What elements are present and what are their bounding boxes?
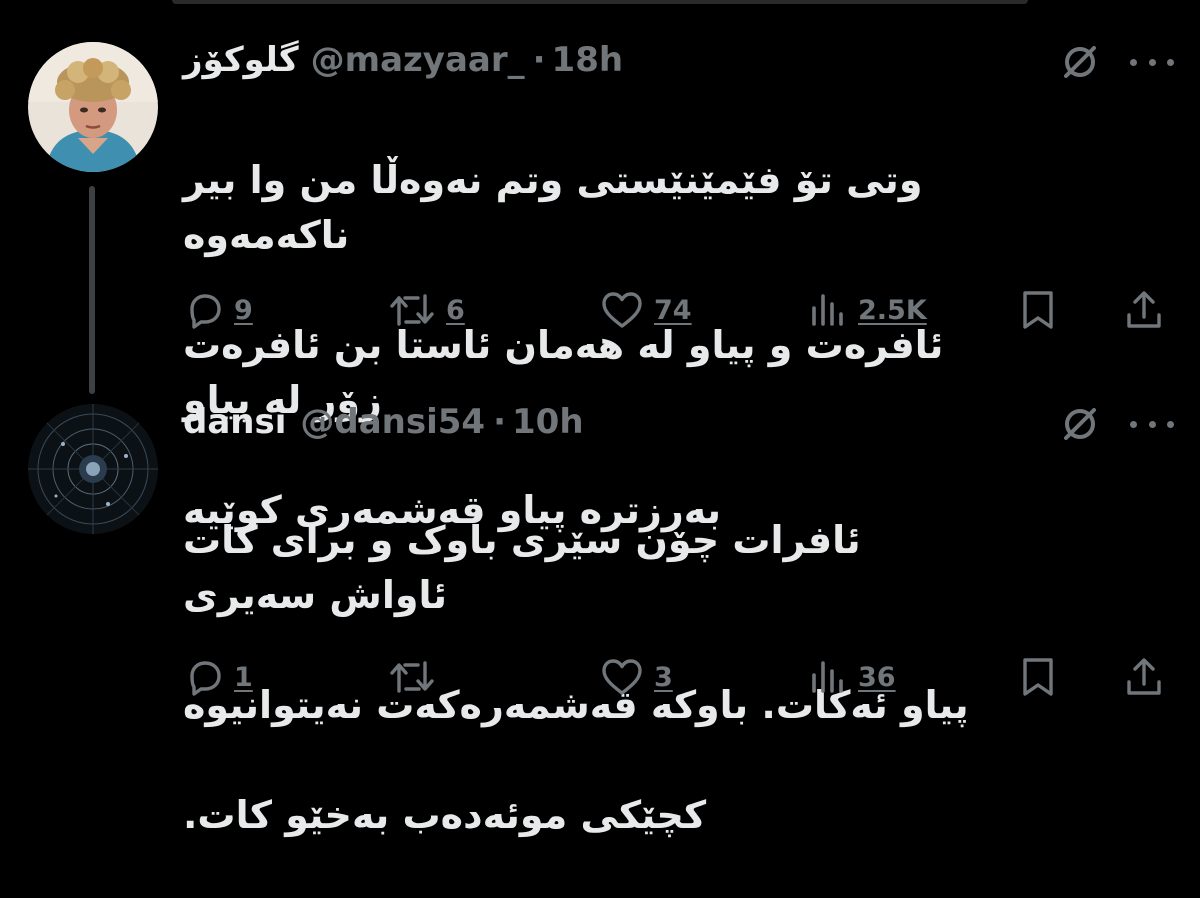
avatar[interactable] xyxy=(28,404,158,534)
handle[interactable]: @dansi54 xyxy=(300,402,485,442)
handle[interactable]: @mazyaar_ xyxy=(311,40,525,80)
action-bar: 9 6 74 2.5K xyxy=(180,285,1180,335)
bookmark-button[interactable] xyxy=(1018,652,1058,702)
bookmark-icon xyxy=(1023,291,1053,329)
grok-icon[interactable] xyxy=(1058,402,1102,446)
reply-button[interactable]: 1 xyxy=(184,652,253,702)
top-edge xyxy=(0,0,1200,6)
tweet-text-line: وتی تۆ فێمێنێستی وتم نەوەڵا من وا بیر نا… xyxy=(183,158,923,257)
action-bar: 1 3 36 xyxy=(180,652,1180,702)
share-icon xyxy=(1127,291,1161,328)
grok-icon[interactable] xyxy=(1058,40,1102,84)
share-button[interactable] xyxy=(1124,285,1164,335)
views-button[interactable]: 2.5K xyxy=(808,285,927,335)
share-button[interactable] xyxy=(1124,652,1164,702)
more-icon[interactable] xyxy=(1130,414,1174,434)
repost-icon xyxy=(390,294,434,326)
like-count: 3 xyxy=(654,661,673,693)
share-icon xyxy=(1127,658,1161,695)
more-icon[interactable] xyxy=(1130,52,1174,72)
repost-icon xyxy=(390,661,434,693)
reply-icon xyxy=(190,661,221,696)
timestamp[interactable]: 10h xyxy=(512,402,584,442)
like-button[interactable]: 3 xyxy=(600,652,673,702)
avatar[interactable] xyxy=(28,42,158,172)
bookmark-button[interactable] xyxy=(1018,285,1058,335)
reply-count: 9 xyxy=(234,294,253,326)
timestamp[interactable]: 18h xyxy=(552,40,624,80)
like-icon xyxy=(602,659,642,695)
reply-icon xyxy=(190,294,221,329)
reply-button[interactable]: 9 xyxy=(184,285,253,335)
separator: · xyxy=(493,402,507,442)
views-button[interactable]: 36 xyxy=(808,652,896,702)
views-count: 2.5K xyxy=(858,294,927,326)
tweet-header: گلوکۆز @mazyaar_ · 18h xyxy=(183,40,623,84)
thread-line xyxy=(89,186,95,394)
repost-button[interactable]: 6 xyxy=(388,285,465,335)
like-count: 74 xyxy=(654,294,692,326)
like-button[interactable]: 74 xyxy=(600,285,692,335)
display-name[interactable]: dansi xyxy=(183,402,286,442)
like-icon xyxy=(602,292,642,328)
bookmark-icon xyxy=(1023,658,1053,696)
reply-count: 1 xyxy=(234,661,253,693)
views-icon xyxy=(812,661,843,693)
repost-button[interactable] xyxy=(388,652,446,702)
repost-count: 6 xyxy=(446,294,465,326)
top-bar-pill xyxy=(172,0,1028,4)
display-name[interactable]: گلوکۆز xyxy=(183,40,299,80)
tweet-text-line: ئافرات چۆن سێری باوک و برای کات ئاواش سە… xyxy=(183,518,861,617)
tweet-text-line: کچێکی موئەدەب بەخێو کات. xyxy=(183,793,707,837)
views-count: 36 xyxy=(858,661,896,693)
separator: · xyxy=(532,40,546,80)
tweet-header: dansi @dansi54 · 10h xyxy=(183,402,584,446)
views-icon xyxy=(812,294,843,326)
